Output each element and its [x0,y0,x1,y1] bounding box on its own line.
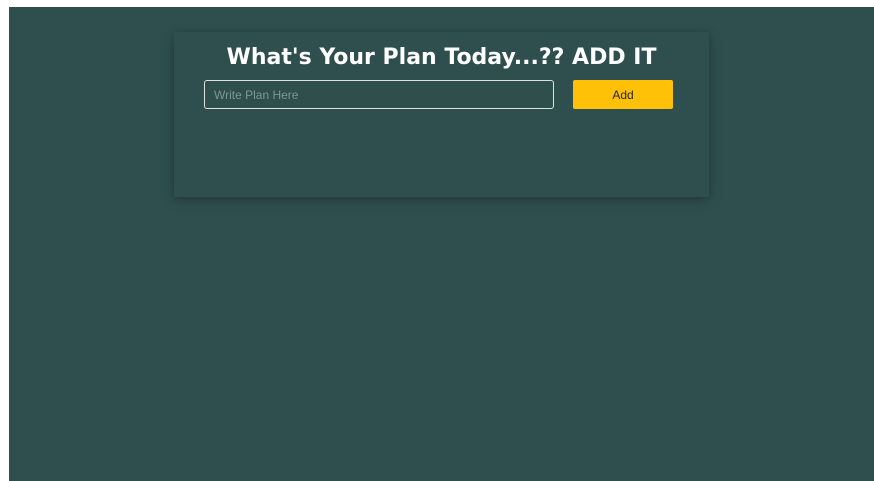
page-title: What's Your Plan Today...?? ADD IT [226,45,657,70]
plan-card: What's Your Plan Today...?? ADD IT Add [174,32,709,197]
add-button[interactable]: Add [573,80,673,109]
plan-input[interactable] [204,80,554,109]
app-viewport: What's Your Plan Today...?? ADD IT Add [9,7,874,481]
